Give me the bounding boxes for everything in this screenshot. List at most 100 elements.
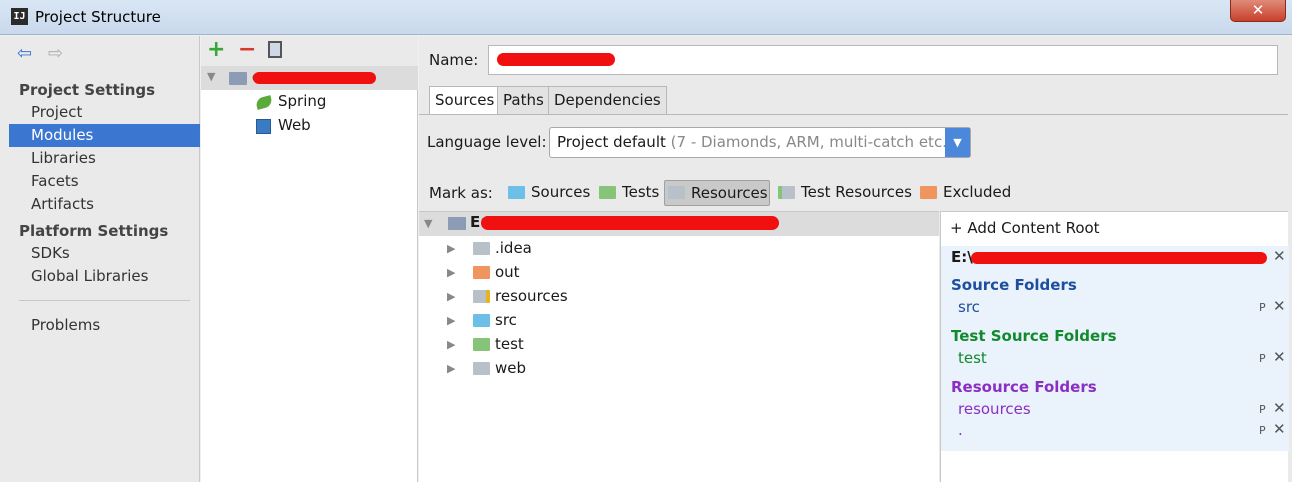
excluded-folder-icon (473, 266, 490, 279)
resource-folders-heading: Resource Folders (951, 378, 1097, 396)
test-resource-folder-icon (778, 186, 795, 199)
tree-item-out[interactable]: ▶ out (447, 261, 747, 285)
mark-test-resources-label: Test Resources (801, 183, 912, 201)
language-level-hint: (7 - Diamonds, ARM, multi-catch etc.) (670, 133, 953, 151)
facet-spring[interactable]: Spring (278, 92, 326, 110)
source-folder-item: src (958, 298, 980, 316)
forward-arrow-icon[interactable]: ⇨ (48, 43, 63, 64)
name-label: Name: (429, 51, 479, 69)
redaction-mark (971, 252, 1267, 264)
facet-web[interactable]: Web (278, 116, 311, 134)
add-module-icon[interactable]: + (207, 37, 225, 62)
dropdown-arrow-icon[interactable]: ▼ (945, 128, 970, 157)
language-level-value: Project default (557, 133, 666, 151)
add-content-root-button[interactable]: + Add Content Root (950, 219, 1100, 237)
source-folder-icon (473, 314, 490, 327)
intellij-app-icon: IJ (11, 8, 28, 25)
redaction-mark (253, 72, 376, 84)
web-facet-icon (256, 119, 271, 134)
nav-item-project[interactable]: Project (9, 101, 200, 124)
edit-properties-icon[interactable]: P (1259, 301, 1266, 314)
remove-content-root-icon[interactable]: ✕ (1273, 247, 1286, 265)
test-folder-icon (473, 338, 490, 351)
title-bar (0, 0, 1292, 35)
resource-folder-icon (668, 186, 685, 199)
language-level-dropdown[interactable]: Project default (7 - Diamonds, ARM, mult… (549, 127, 971, 158)
tree-item-label: resources (495, 287, 568, 305)
expand-arrow-icon[interactable]: ▶ (447, 357, 455, 380)
mark-test-resources-button[interactable]: Test Resources (775, 180, 916, 206)
tree-item-label: test (495, 335, 524, 353)
source-folder-icon (508, 186, 525, 199)
edit-properties-icon[interactable]: P (1259, 403, 1266, 416)
tree-item-label: web (495, 359, 527, 377)
mark-sources-label: Sources (531, 183, 591, 201)
test-source-folders-heading: Test Source Folders (951, 327, 1117, 345)
tree-item-resources[interactable]: ▶ resources (447, 285, 747, 309)
nav-item-facets[interactable]: Facets (9, 170, 200, 193)
remove-folder-icon[interactable]: ✕ (1273, 297, 1286, 315)
tree-item-web[interactable]: ▶ web (447, 357, 747, 381)
close-window-button[interactable]: ✕ (1230, 0, 1286, 22)
tree-item-label: .idea (495, 239, 532, 257)
mark-tests-label: Tests (622, 183, 660, 201)
tab-paths[interactable]: Paths (497, 86, 550, 115)
nav-divider (19, 300, 190, 301)
excluded-folder-icon (920, 186, 937, 199)
source-folders-heading: Source Folders (951, 276, 1077, 294)
nav-item-problems[interactable]: Problems (9, 314, 200, 337)
expand-arrow-icon[interactable]: ▶ (447, 309, 455, 332)
tree-item-src[interactable]: ▶ src (447, 309, 747, 333)
window-title: Project Structure (35, 8, 161, 26)
back-arrow-icon[interactable]: ⇦ (17, 43, 32, 64)
mark-as-label: Mark as: (429, 184, 493, 202)
tab-divider (419, 114, 1288, 115)
remove-folder-icon[interactable]: ✕ (1273, 420, 1286, 438)
nav-item-artifacts[interactable]: Artifacts (9, 193, 200, 216)
module-list-panel: + − ▼ c Spring Web (201, 36, 418, 482)
remove-module-icon[interactable]: − (238, 37, 256, 62)
test-folder-item: test (958, 349, 987, 367)
nav-item-modules[interactable]: Modules (9, 124, 200, 147)
expand-arrow-icon[interactable]: ▶ (447, 333, 455, 356)
remove-folder-icon[interactable]: ✕ (1273, 348, 1286, 366)
tree-item-test[interactable]: ▶ test (447, 333, 747, 357)
tree-item-idea[interactable]: ▶ .idea (447, 237, 747, 261)
tree-item-label: src (495, 311, 517, 329)
edit-properties-icon[interactable]: P (1259, 352, 1266, 365)
mark-excluded-button[interactable]: Excluded (917, 180, 1015, 206)
project-settings-heading: Project Settings (19, 81, 156, 99)
mark-excluded-label: Excluded (943, 183, 1012, 201)
folder-icon (473, 242, 490, 255)
module-folder-icon (229, 72, 247, 85)
root-folder-icon (448, 217, 466, 230)
tab-dependencies[interactable]: Dependencies (548, 86, 667, 115)
test-folder-icon (599, 186, 616, 199)
collapse-arrow-icon[interactable]: ▼ (424, 217, 432, 230)
mark-tests-button[interactable]: Tests (596, 180, 663, 206)
spring-leaf-icon (254, 95, 274, 110)
expand-arrow-icon[interactable]: ▶ (447, 285, 455, 308)
edit-properties-icon[interactable]: P (1259, 424, 1266, 437)
nav-item-libraries[interactable]: Libraries (9, 147, 200, 170)
collapse-arrow-icon[interactable]: ▼ (207, 70, 215, 83)
content-root-panel: + Add Content Root E:\ ✕ Source Folders … (940, 211, 1289, 482)
resource-folder-item: . (958, 421, 963, 439)
resource-folder-item: resources (958, 400, 1031, 418)
tab-sources[interactable]: Sources (429, 86, 501, 115)
expand-arrow-icon[interactable]: ▶ (447, 237, 455, 260)
resource-folder-icon (473, 290, 490, 303)
redaction-mark (497, 53, 615, 66)
language-level-label: Language level: (427, 133, 547, 151)
copy-icon[interactable] (268, 41, 282, 58)
expand-arrow-icon[interactable]: ▶ (447, 261, 455, 284)
module-toolbar (201, 36, 418, 66)
remove-folder-icon[interactable]: ✕ (1273, 399, 1286, 417)
mark-resources-label: Resources (691, 184, 768, 202)
mark-sources-button[interactable]: Sources (505, 180, 594, 206)
nav-item-global-libraries[interactable]: Global Libraries (9, 265, 200, 288)
content-root-path: E:\ (951, 248, 973, 266)
platform-settings-heading: Platform Settings (19, 222, 169, 240)
nav-item-sdks[interactable]: SDKs (9, 242, 200, 265)
mark-resources-button[interactable]: Resources (664, 180, 770, 206)
